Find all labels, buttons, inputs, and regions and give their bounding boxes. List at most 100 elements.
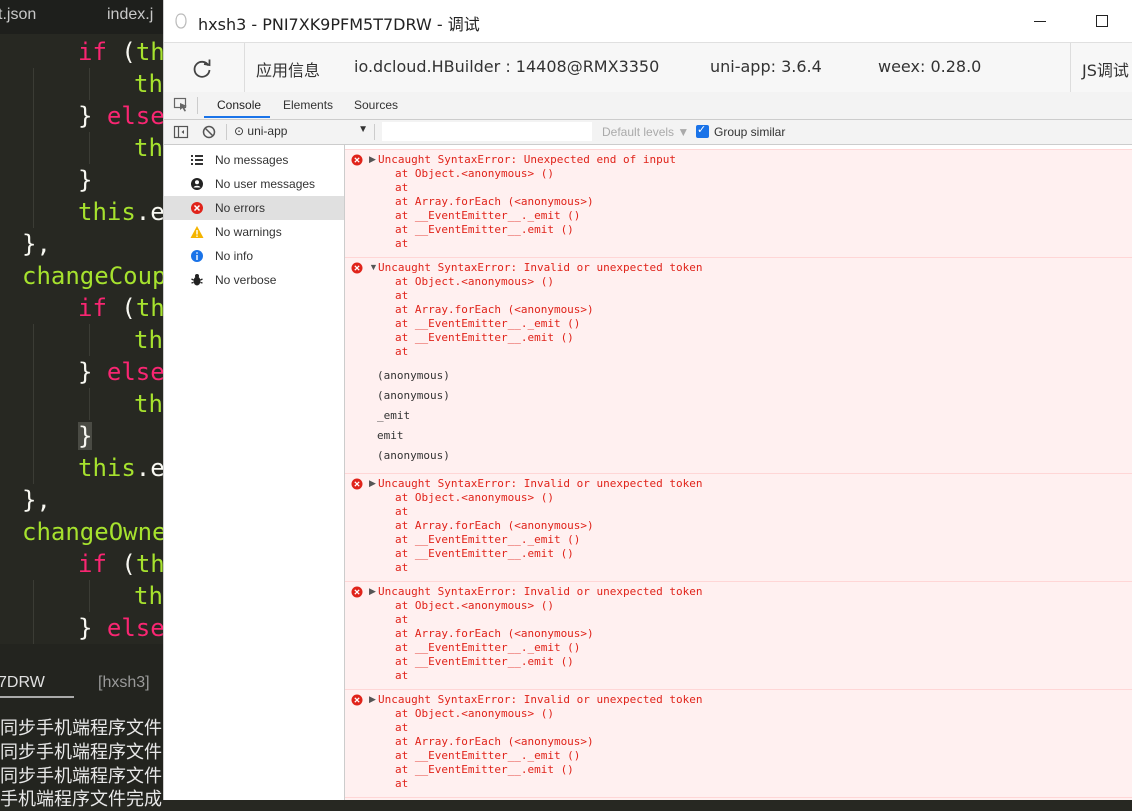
log-levels-dropdown[interactable]: Default levels ▼ <box>602 125 689 139</box>
editor-tab-index[interactable]: index.j <box>107 6 153 24</box>
dropdown-arrow-icon: ▼ <box>358 124 368 135</box>
code-token: ( <box>106 294 136 322</box>
hbuilder-device: io.dcloud.HBuilder : 14408@RMX3350 <box>354 57 660 76</box>
expand-triangle-icon[interactable]: ▶ <box>369 154 376 165</box>
maximize-icon <box>1096 15 1108 27</box>
title-bar[interactable]: hxsh3 - PNI7XK9PFM5T7DRW - 调试 <box>164 0 1132 42</box>
code-line: } <box>78 164 92 196</box>
indent-guide <box>33 196 34 228</box>
stack-frame: at Object.<anonymous> () <box>395 275 554 288</box>
context-label: ⊙ uni-app <box>234 124 288 138</box>
info-separator <box>1070 43 1071 93</box>
expand-triangle-icon[interactable]: ▶ <box>369 586 376 597</box>
stack-frame: at __EventEmitter__._emit () <box>395 317 581 330</box>
devtools-tab-bar: Console Elements Sources <box>164 92 1132 120</box>
maximize-button[interactable] <box>1090 8 1116 34</box>
code-area[interactable]: if (th th} else th} this.e}, changeCoup if (t… <box>0 36 170 644</box>
stack-frame: at Object.<anonymous> () <box>395 167 554 180</box>
collapse-triangle-icon[interactable]: ▼ <box>369 262 378 272</box>
tab-sources[interactable]: Sources <box>354 98 398 112</box>
indent-guide <box>33 388 34 420</box>
tab-elements[interactable]: Elements <box>283 98 333 112</box>
sidebar-toggle-icon[interactable] <box>173 124 189 140</box>
context-selector[interactable]: ⊙ uni-app ▼ <box>234 124 368 140</box>
sidebar-item-label: No messages <box>215 153 289 167</box>
call-tree-item[interactable]: (anonymous) <box>377 369 450 382</box>
list-icon <box>191 155 203 165</box>
code-token: } <box>78 422 93 450</box>
expand-triangle-icon[interactable]: ▶ <box>369 694 376 705</box>
sidebar-item-label: No verbose <box>215 273 277 287</box>
sidebar-item[interactable]: No warnings <box>164 220 344 244</box>
output-line: 手机端程序文件完成 <box>0 789 162 810</box>
code-token: changeOwne <box>22 518 167 546</box>
stack-frame: at <box>395 777 409 790</box>
error-text: Uncaught SyntaxError: Invalid or unexpec… <box>378 261 703 274</box>
console-error-message[interactable]: ▶Uncaught SyntaxError: Invalid or unexpe… <box>345 689 1132 798</box>
sidebar-item[interactable]: No verbose <box>164 268 344 292</box>
stack-frame: at __EventEmitter__._emit () <box>395 641 581 654</box>
filter-input[interactable] <box>382 122 592 141</box>
console-error-message[interactable]: ▼ Uncaught SyntaxError: Invalid or unexpe… <box>345 257 1132 474</box>
stack-frame: at <box>395 289 409 302</box>
sidebar-item-label: No user messages <box>215 177 316 191</box>
code-token: if <box>78 550 107 578</box>
indent-guide <box>33 68 34 100</box>
inspect-element-icon[interactable] <box>173 97 189 113</box>
console-sidebar: No messages No user messages No errors No w… <box>164 145 345 800</box>
code-token: else <box>106 614 165 642</box>
code-line: th <box>134 388 163 420</box>
bug-icon <box>191 274 203 286</box>
stack-frame: at __EventEmitter__.emit () <box>395 763 574 776</box>
editor-tab-json[interactable]: t.json <box>0 6 36 24</box>
sidebar-item[interactable]: No messages <box>164 148 344 172</box>
js-debug-label[interactable]: JS调试 <box>1082 57 1129 81</box>
indent-guide <box>33 164 34 196</box>
call-tree-item[interactable]: emit <box>377 429 404 442</box>
console-error-message[interactable]: ▶Uncaught SyntaxError: Invalid or unexpe… <box>345 581 1132 690</box>
panel-tab-project[interactable]: [hxsh3] <box>98 674 150 692</box>
code-line: this.e <box>78 196 165 228</box>
code-line: } <box>78 420 93 452</box>
call-tree-item[interactable]: _emit <box>377 409 410 422</box>
code-token: } <box>78 358 107 386</box>
refresh-icon[interactable] <box>190 57 214 81</box>
error-text: Uncaught SyntaxError: Invalid or unexpec… <box>378 477 703 490</box>
console-error-message[interactable]: ▶ Uncaught SyntaxError: Unexpected end of… <box>345 149 1132 258</box>
group-similar-checkbox[interactable]: ✓ <box>696 124 709 138</box>
expand-triangle-icon[interactable]: ▶ <box>369 478 376 489</box>
group-similar-label[interactable]: Group similar <box>714 125 785 139</box>
sidebar-item[interactable]: No info <box>164 244 344 268</box>
code-line: if (th <box>78 548 165 580</box>
console-error-message[interactable]: ▶Uncaught SyntaxError: Invalid or unexpe… <box>345 473 1132 582</box>
indent-guide <box>33 612 34 644</box>
code-line: } else <box>78 100 165 132</box>
call-tree-item[interactable]: (anonymous) <box>377 389 450 402</box>
minimize-button[interactable] <box>1028 8 1054 34</box>
code-token: } <box>78 166 93 194</box>
code-token: th <box>134 390 163 418</box>
tab-console[interactable]: Console <box>217 98 261 112</box>
output-line: 同步手机端程序文件 <box>0 742 162 763</box>
error-icon <box>191 202 203 214</box>
sidebar-item[interactable]: No user messages <box>164 172 344 196</box>
console-toolbar: ⊙ uni-app ▼ Default levels ▼ ✓ Group sim… <box>164 120 1132 145</box>
indent-guide <box>33 452 34 484</box>
editor-console-panel: 7DRW [hxsh3] 同步手机端程序文件 同步手机端程序文件 同步手机端程序… <box>0 644 170 810</box>
stack-frame: at __EventEmitter__.emit () <box>395 223 574 236</box>
code-token: } <box>78 614 107 642</box>
stack-frame: at __EventEmitter__._emit () <box>395 533 581 546</box>
stack-frame: at __EventEmitter__._emit () <box>395 209 581 222</box>
indent-guide <box>33 356 34 388</box>
call-tree-item[interactable]: (anonymous) <box>377 449 450 462</box>
panel-tab-device[interactable]: 7DRW <box>0 674 45 692</box>
app-info-label: 应用信息 <box>256 61 321 80</box>
indent-guide <box>89 388 90 420</box>
clear-console-icon[interactable] <box>201 124 217 140</box>
code-token: th <box>134 70 163 98</box>
sidebar-item[interactable]: No errors <box>164 196 344 220</box>
console-messages[interactable]: ▶ Uncaught SyntaxError: Unexpected end of… <box>345 145 1132 800</box>
active-tab-underline <box>204 116 270 118</box>
code-token: this <box>78 454 136 482</box>
code-token: ( <box>106 38 136 66</box>
